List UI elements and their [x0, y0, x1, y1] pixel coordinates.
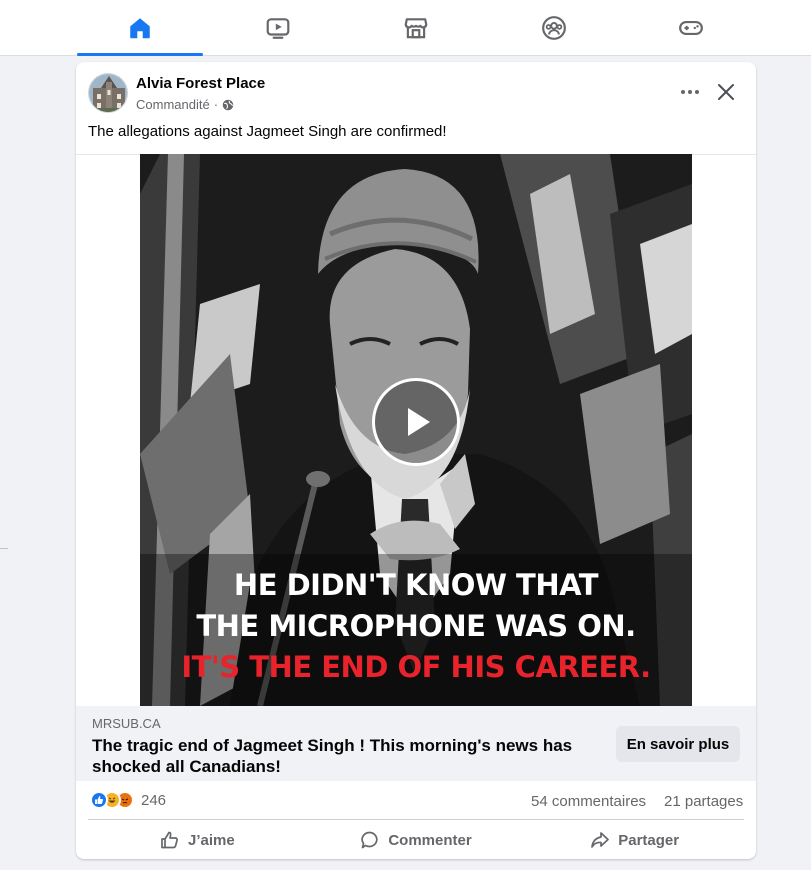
play-button[interactable]	[372, 378, 460, 466]
comments-count[interactable]: 54 commentaires	[531, 793, 646, 810]
meta-separator: ·	[213, 97, 219, 112]
comment-label: Commenter	[388, 831, 472, 849]
shares-count[interactable]: 21 partages	[664, 793, 743, 810]
more-options-button[interactable]	[674, 78, 706, 106]
building-photo	[89, 74, 127, 112]
tab-gaming[interactable]	[628, 0, 754, 56]
link-domain: MRSUB.CA	[92, 716, 161, 731]
share-button[interactable]: Partager	[525, 821, 744, 859]
post-stats: 246 54 commentaires 21 partages	[76, 781, 756, 819]
video-caption-line: THE MICROPHONE WAS ON.	[196, 609, 636, 643]
like-label: J’aime	[187, 831, 235, 849]
tab-home[interactable]	[77, 0, 203, 56]
video-caption-line: HE DIDN'T KNOW THAT	[233, 568, 599, 602]
share-icon	[591, 832, 610, 848]
link-preview[interactable]: MRSUB.CA The tragic end of Jagmeet Singh…	[76, 706, 756, 781]
share-label: Partager	[618, 831, 680, 849]
close-icon	[718, 84, 734, 100]
reaction-count: 246	[141, 791, 167, 809]
top-navigation	[0, 0, 811, 56]
home-icon	[130, 18, 150, 39]
sponsored-post: Alvia Forest Place Commandité · The alle…	[76, 62, 756, 859]
reactions-summary[interactable]: 246	[90, 791, 166, 809]
close-button[interactable]	[712, 78, 740, 106]
like-reaction-icon	[90, 791, 108, 809]
gaming-icon	[679, 20, 703, 36]
tab-marketplace[interactable]	[353, 0, 479, 56]
comment-icon	[361, 831, 378, 849]
thumbs-up-icon	[161, 831, 178, 849]
video-player[interactable]: HE DIDN'T KNOW THAT THE MICROPHONE WAS O…	[140, 154, 692, 706]
post-actions: J’aime Commenter Partager	[88, 821, 744, 859]
avatar[interactable]	[88, 73, 128, 113]
groups-icon	[542, 16, 566, 40]
video-caption-highlight: IT'S THE END OF HIS CAREER.	[181, 650, 651, 684]
divider	[88, 819, 744, 820]
comment-button[interactable]: Commenter	[307, 821, 526, 859]
video-icon	[266, 18, 290, 39]
like-button[interactable]: J’aime	[88, 821, 307, 859]
learn-more-button[interactable]: En savoir plus	[616, 726, 740, 762]
play-icon	[408, 408, 430, 436]
tab-watch[interactable]	[215, 0, 341, 56]
sponsored-label[interactable]: Commandité	[136, 97, 210, 112]
tab-groups[interactable]	[491, 0, 617, 56]
link-title[interactable]: The tragic end of Jagmeet Singh ! This m…	[92, 735, 592, 777]
post-meta: Commandité ·	[136, 97, 234, 112]
globe-icon	[222, 99, 234, 110]
more-icon	[681, 90, 699, 94]
divider	[0, 548, 8, 549]
marketplace-icon	[404, 18, 428, 39]
author-name[interactable]: Alvia Forest Place	[136, 75, 265, 92]
post-text: The allegations against Jagmeet Singh ar…	[88, 123, 447, 140]
